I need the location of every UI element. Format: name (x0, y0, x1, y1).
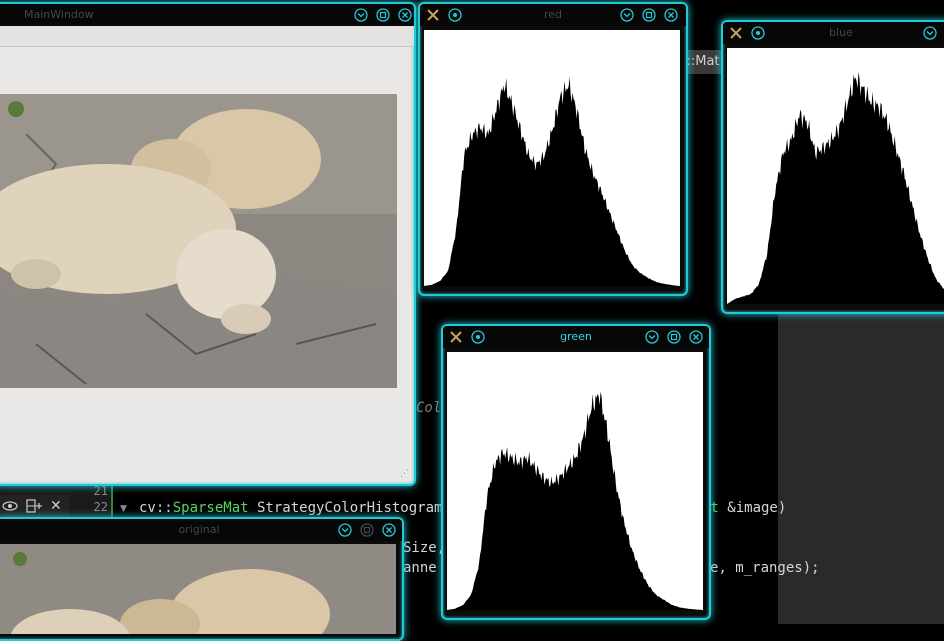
maximize-icon[interactable] (360, 523, 374, 537)
split-add-icon[interactable] (26, 498, 44, 514)
minimize-icon[interactable] (338, 523, 352, 537)
red-histogram-window[interactable]: red (418, 2, 688, 296)
close-icon[interactable] (689, 330, 703, 344)
blue-histogram-plot (727, 48, 944, 304)
blue-histogram-window[interactable]: blue (721, 20, 944, 314)
main-window[interactable]: MainWindow ⋰ (0, 2, 416, 486)
red-histogram-plot (424, 30, 680, 286)
histogram-area-red (424, 76, 680, 286)
code-function: StrategyColorHistogram (248, 500, 443, 516)
close-icon[interactable] (398, 8, 412, 22)
minimize-icon[interactable] (354, 8, 368, 22)
histogram-area-green (447, 391, 703, 610)
minimize-icon[interactable] (620, 8, 634, 22)
code-line-22: cv::SparseMat StrategyColorHistogram (139, 500, 442, 516)
blue-window-title: blue (829, 26, 853, 39)
code-line-22-tail: at &image) (702, 500, 786, 516)
polar-bears-image (0, 94, 397, 388)
green-histogram-plot (447, 352, 703, 610)
code-type: SparseMat (172, 500, 249, 516)
close-split-icon[interactable]: ✕ (50, 499, 64, 513)
main-window-menubar (0, 26, 414, 47)
maximize-icon[interactable] (667, 330, 681, 344)
code-params: &image) (718, 500, 787, 516)
resize-grip-icon[interactable]: ⋰ (400, 469, 410, 479)
maximize-icon[interactable] (642, 8, 656, 22)
line-number-21: 21 (93, 484, 108, 498)
eye-icon[interactable] (2, 498, 18, 514)
green-histogram-window[interactable]: green (441, 324, 711, 620)
editor-tab-fragment[interactable]: ::Mat (682, 50, 724, 74)
minimize-icon[interactable] (923, 26, 937, 40)
histogram-area-blue (727, 71, 944, 304)
maximize-icon[interactable] (376, 8, 390, 22)
close-icon[interactable] (664, 8, 678, 22)
code-fragment-size: Size, (403, 540, 446, 556)
code-scope-op: :: (155, 500, 173, 516)
line-number-22: 22 (93, 500, 108, 514)
minimize-icon[interactable] (645, 330, 659, 344)
original-polar-bears-image (0, 544, 396, 639)
code-namespace: cv (139, 500, 156, 516)
fold-arrow-icon[interactable]: ▼ (120, 504, 127, 514)
code-fragment-ranges: e, m_ranges); (710, 560, 820, 576)
close-icon[interactable] (382, 523, 396, 537)
editor-right-pane (778, 305, 944, 624)
code-fragment-col: Col (416, 400, 442, 416)
original-window[interactable]: original (0, 517, 404, 641)
code-fragment-anne: anne (403, 560, 437, 576)
